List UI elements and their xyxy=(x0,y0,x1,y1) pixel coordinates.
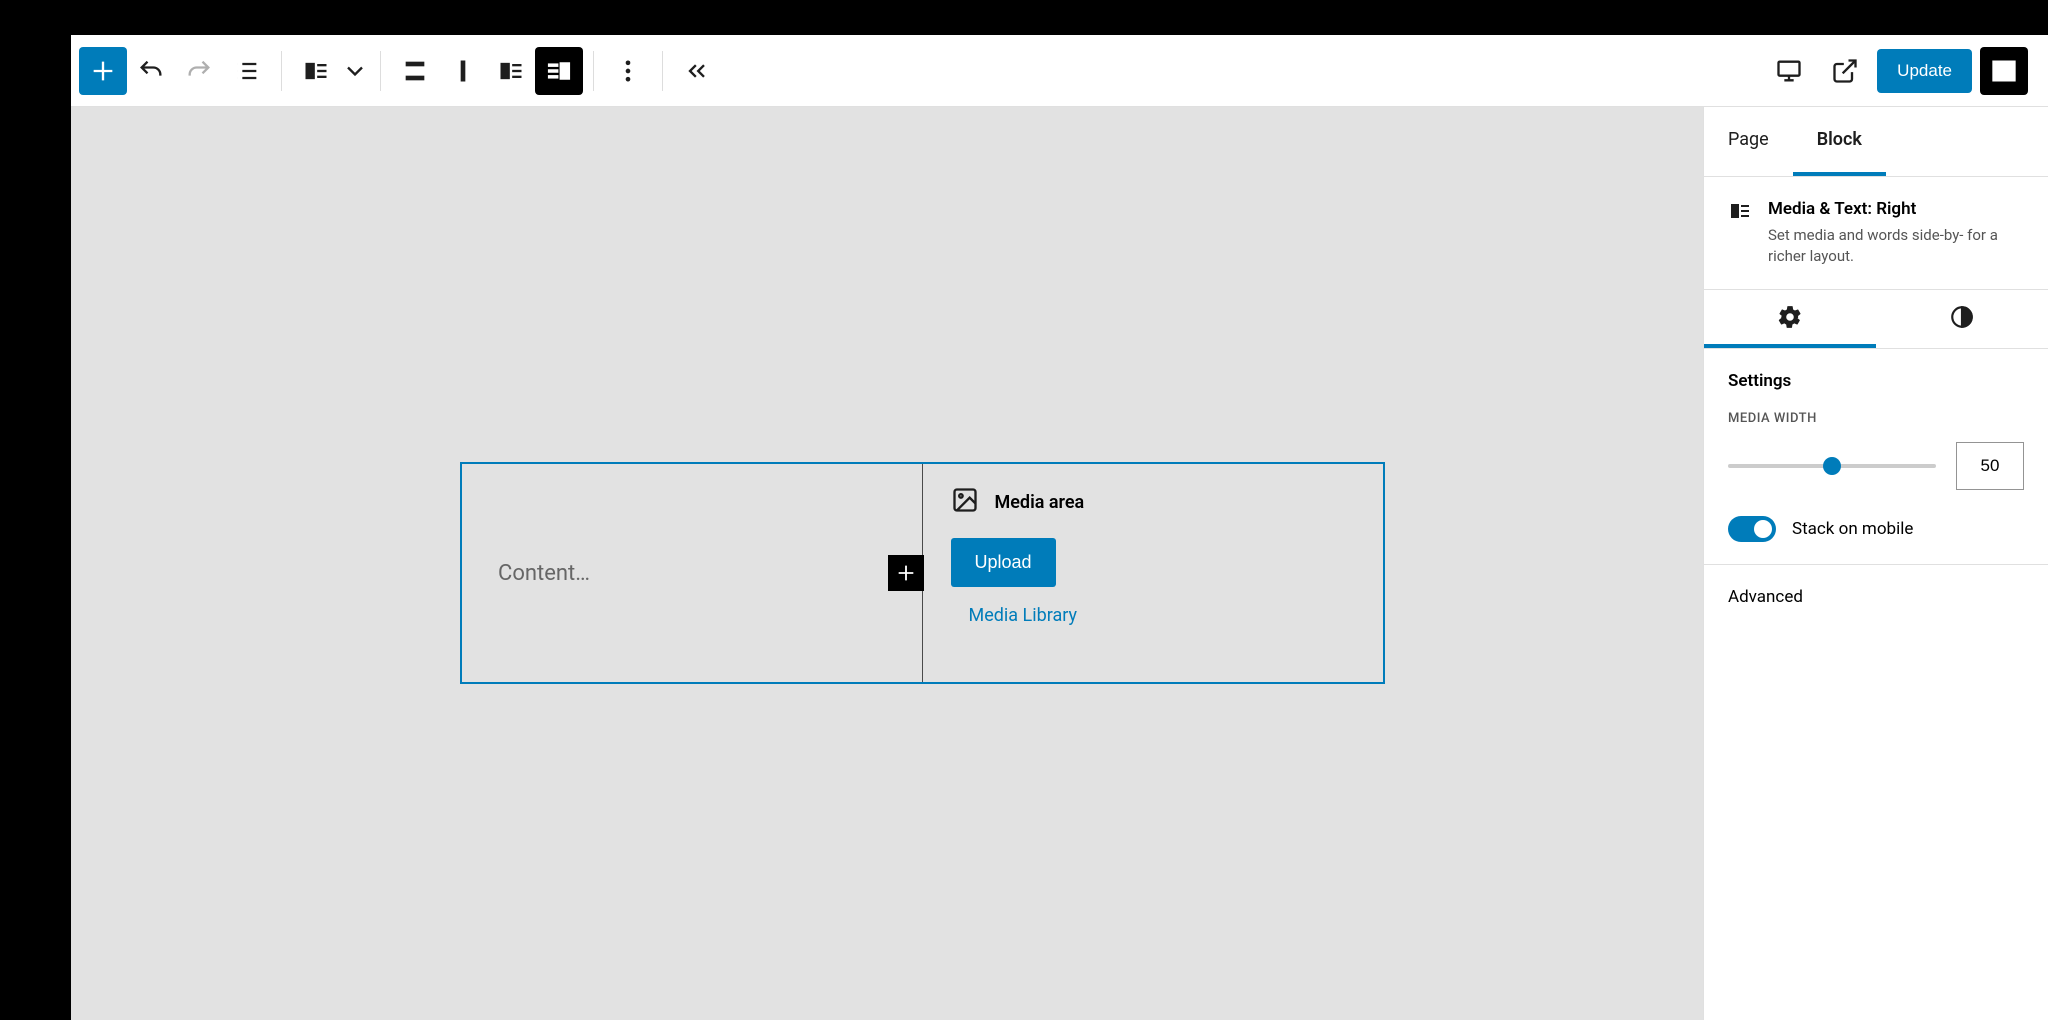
redo-icon xyxy=(185,57,213,85)
editor-top-toolbar: Update xyxy=(71,35,2048,107)
gear-icon xyxy=(1777,304,1803,330)
editor-app: Update Content… xyxy=(71,35,2048,1020)
stack-on-mobile-row: Stack on mobile xyxy=(1728,516,2024,542)
update-button[interactable]: Update xyxy=(1877,49,1972,93)
media-left-button[interactable] xyxy=(487,47,535,95)
media-library-link[interactable]: Media Library xyxy=(969,605,1078,626)
chevrons-left-icon xyxy=(683,57,711,85)
tool-tab-styles[interactable] xyxy=(1876,290,2048,348)
view-button[interactable] xyxy=(1765,47,1813,95)
editor-canvas[interactable]: Content… Media area Upload Media Librar xyxy=(71,107,1703,1020)
tab-page[interactable]: Page xyxy=(1704,107,1793,176)
sidebar-tool-tabs xyxy=(1704,290,2048,349)
tab-block[interactable]: Block xyxy=(1793,107,1886,176)
sidebar-toggle-button[interactable] xyxy=(1980,47,2028,95)
block-appender-button[interactable] xyxy=(888,555,924,591)
external-link-icon xyxy=(1831,57,1859,85)
external-preview-button[interactable] xyxy=(1821,47,1869,95)
undo-button[interactable] xyxy=(127,47,175,95)
block-description: Set media and words side-by- for a riche… xyxy=(1768,225,2024,267)
media-right-button[interactable] xyxy=(535,47,583,95)
toolbar-left-group xyxy=(79,47,721,95)
styles-icon xyxy=(1949,304,1975,330)
media-text-icon xyxy=(302,57,330,85)
block-title: Media & Text: Right xyxy=(1768,199,2024,219)
settings-panel: Settings MEDIA WIDTH Stack on mobile xyxy=(1704,349,2048,565)
toolbar-separator-3 xyxy=(593,51,594,91)
media-text-block[interactable]: Content… Media area Upload Media Librar xyxy=(460,462,1385,684)
align-none-icon xyxy=(401,57,429,85)
letterbox-top-bar xyxy=(0,0,2048,35)
block-type-dropdown[interactable] xyxy=(340,47,370,95)
more-options-button[interactable] xyxy=(604,47,652,95)
media-area-title: Media area xyxy=(995,492,1085,513)
media-width-label: MEDIA WIDTH xyxy=(1728,411,2024,426)
toolbar-collapse-button[interactable] xyxy=(673,47,721,95)
document-outline-button[interactable] xyxy=(223,47,271,95)
sidebar-tabs: Page Block xyxy=(1704,107,2048,177)
editor-main-split: Content… Media area Upload Media Librar xyxy=(71,107,2048,1020)
kebab-icon xyxy=(614,57,642,85)
media-width-input[interactable] xyxy=(1956,442,2024,490)
redo-button[interactable] xyxy=(175,47,223,95)
desktop-icon xyxy=(1775,57,1803,85)
media-width-row xyxy=(1728,442,2024,490)
plus-icon xyxy=(895,562,917,584)
plus-icon xyxy=(89,57,117,85)
block-info-text: Media & Text: Right Set media and words … xyxy=(1768,199,2024,267)
toolbar-right-group: Update xyxy=(1765,47,2040,95)
tool-tab-settings[interactable] xyxy=(1704,290,1876,348)
advanced-panel-toggle[interactable]: Advanced xyxy=(1704,565,2048,629)
media-text-icon xyxy=(1728,199,1752,267)
toolbar-separator-2 xyxy=(380,51,381,91)
block-type-button[interactable] xyxy=(292,47,340,95)
panel-icon xyxy=(1990,57,2018,85)
chevron-down-icon xyxy=(341,57,369,85)
toolbar-separator xyxy=(281,51,282,91)
undo-icon xyxy=(137,57,165,85)
toolbar-separator-4 xyxy=(662,51,663,91)
upload-button[interactable]: Upload xyxy=(951,538,1056,587)
media-column[interactable]: Media area Upload Media Library xyxy=(923,464,1384,682)
vertical-align-button[interactable] xyxy=(439,47,487,95)
block-info-header: Media & Text: Right Set media and words … xyxy=(1704,177,2048,290)
settings-heading: Settings xyxy=(1728,371,2024,391)
media-left-icon xyxy=(497,57,525,85)
inspector-sidebar: Page Block Media & Text: Right Set media… xyxy=(1703,107,2048,1020)
media-header-row: Media area xyxy=(951,486,1356,518)
media-right-icon xyxy=(545,57,573,85)
add-block-button[interactable] xyxy=(79,47,127,95)
content-placeholder: Content… xyxy=(498,561,590,586)
vertical-align-icon xyxy=(449,57,477,85)
content-column[interactable]: Content… xyxy=(462,464,923,682)
media-width-slider[interactable] xyxy=(1728,464,1936,468)
align-none-button[interactable] xyxy=(391,47,439,95)
stack-on-mobile-label: Stack on mobile xyxy=(1792,519,1913,539)
image-icon xyxy=(951,486,979,518)
list-view-icon xyxy=(233,57,261,85)
stack-on-mobile-toggle[interactable] xyxy=(1728,516,1776,542)
toggle-knob xyxy=(1754,520,1772,538)
